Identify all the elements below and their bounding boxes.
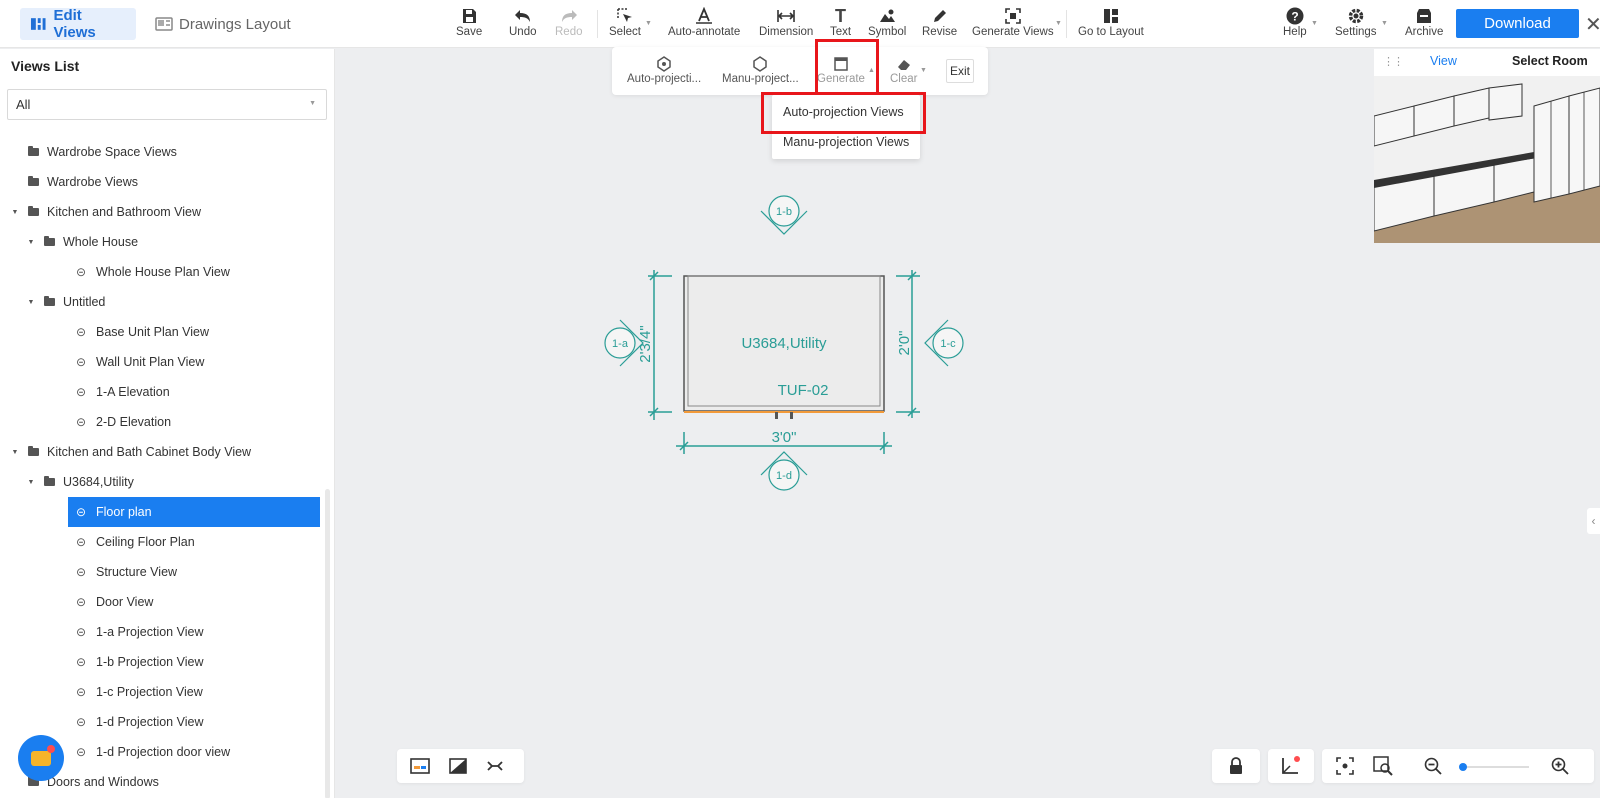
generate-dropdown-menu: Auto-projection Views Manu-projection Vi… <box>772 95 920 159</box>
zoom-out-icon[interactable] <box>1423 756 1443 776</box>
cabinet-label: U3684,Utility <box>741 335 827 352</box>
auto-projection-button[interactable]: Auto-projecti... <box>627 55 701 85</box>
chevron-left-icon: ‹ <box>1591 514 1596 528</box>
left-dimension-label: 2'3/4" <box>637 325 654 362</box>
view-zoom-toolbar <box>1322 749 1594 783</box>
zoom-in-icon[interactable] <box>1550 756 1570 776</box>
auto-projection-icon <box>657 56 671 72</box>
drag-handle-icon[interactable]: ⋮⋮ <box>1383 55 1404 68</box>
generate-caret-icon[interactable]: ▲ <box>868 67 875 74</box>
menu-item-manu-projection-views[interactable]: Manu-projection Views <box>783 135 909 149</box>
bottom-dimension-label: 3'0" <box>772 429 797 446</box>
marker-1-c[interactable]: 1-c <box>924 319 964 367</box>
handle-right <box>790 412 793 419</box>
svg-text:1-d: 1-d <box>776 470 792 482</box>
projection-subtoolbar: Auto-projecti... Manu-project... Generat… <box>612 47 988 95</box>
manu-projection-icon <box>753 56 768 72</box>
view-preview-panel: ⋮⋮ View Select Room <box>1374 49 1600 243</box>
manu-projection-button[interactable]: Manu-project... <box>722 55 799 85</box>
generate-button[interactable]: Generate <box>817 55 865 85</box>
exit-button[interactable]: Exit <box>946 59 974 83</box>
axis-icon[interactable] <box>1280 756 1300 776</box>
zoom-slider-track[interactable] <box>1461 766 1529 768</box>
layer-icon[interactable] <box>410 756 430 776</box>
handle-left <box>775 412 778 419</box>
generate-icon <box>834 57 848 71</box>
clear-caret-icon[interactable]: ▼ <box>920 67 927 74</box>
fit-view-icon[interactable] <box>1335 756 1355 776</box>
measure-icon[interactable] <box>485 756 505 776</box>
zoom-region-icon[interactable] <box>1373 756 1393 776</box>
marker-1-d[interactable]: 1-d <box>760 451 808 491</box>
panel-collapse-toggle[interactable]: ‹ <box>1587 508 1600 534</box>
tab-select-room[interactable]: Select Room <box>1512 54 1588 68</box>
manu-projection-label: Manu-project... <box>722 73 799 85</box>
svg-text:1-b: 1-b <box>776 206 792 218</box>
eraser-icon <box>897 60 910 70</box>
svg-text:1-c: 1-c <box>940 338 956 350</box>
marker-1-b[interactable]: 1-b <box>760 195 808 235</box>
axis-control <box>1268 749 1314 783</box>
bottom-left-toolbar <box>397 749 524 783</box>
svg-text:1-a: 1-a <box>612 338 629 350</box>
clear-label: Clear <box>890 73 918 85</box>
tab-view[interactable]: View <box>1430 54 1457 68</box>
lock-icon[interactable] <box>1226 756 1246 776</box>
right-dimension-label: 2'0" <box>896 331 913 356</box>
door-label: TUF-02 <box>778 382 829 399</box>
zoom-slider-handle[interactable] <box>1459 763 1467 771</box>
lock-control <box>1212 749 1260 783</box>
generate-label: Generate <box>817 73 865 85</box>
clear-button[interactable]: Clear <box>890 55 917 85</box>
3d-preview-scene[interactable] <box>1374 76 1600 243</box>
contrast-icon[interactable] <box>448 756 468 776</box>
auto-projection-label: Auto-projecti... <box>627 73 702 85</box>
menu-item-auto-projection-views[interactable]: Auto-projection Views <box>783 105 904 119</box>
